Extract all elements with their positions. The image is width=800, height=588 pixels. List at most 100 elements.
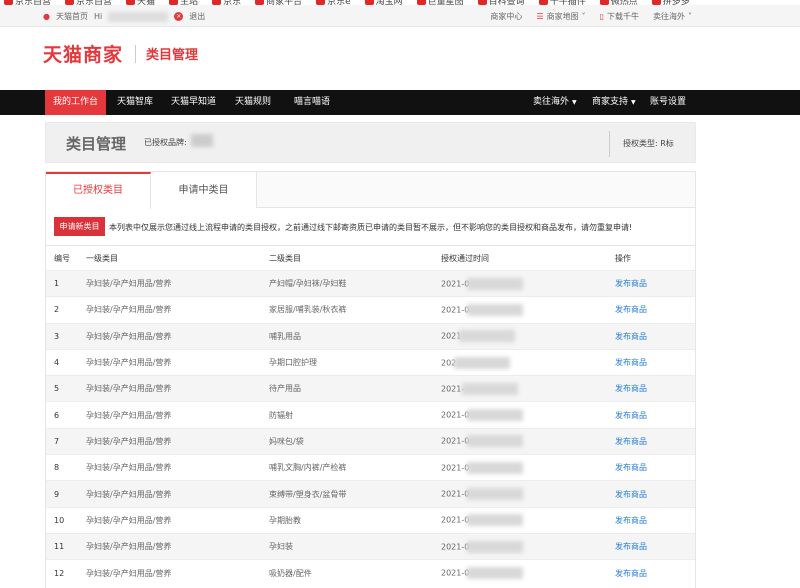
publish-product-link[interactable]: 发布商品 [615,305,647,314]
tmall-home-link[interactable]: 天猫首页 [56,11,88,22]
bookmark-favicon-icon [255,0,265,5]
nav-sell-overseas-label: 卖往海外 [533,97,570,107]
auth-time-blurred [467,303,524,316]
level2-category: 孕期胎教 [269,506,441,534]
tab-pending-categories[interactable]: 申请中类目 [151,172,257,208]
auth-time-partial: 2021-0 [441,279,470,289]
nav-tmall-think-tank[interactable]: 天猫智库 [109,90,161,115]
operation-cell: 发布商品 [615,454,695,481]
publish-product-link[interactable]: 发布商品 [615,332,647,341]
level2-category: 妈咪包/袋 [269,427,441,455]
publish-product-link[interactable]: 发布商品 [615,463,647,472]
bookmark-favicon-icon [4,0,13,5]
auth-time-cell: 2021-0 [441,454,615,481]
operation-cell: 发布商品 [615,348,695,376]
download-qianniu-label: 下载千牛 [607,12,639,21]
brand-name-blurred [191,134,213,147]
publish-product-link[interactable]: 发布商品 [615,279,647,288]
table-row: 7 孕妇装/孕产妇用品/营养 妈咪包/袋 2021-0 发布商品 [46,427,695,455]
publish-product-link[interactable]: 发布商品 [615,358,647,367]
col-header-auth-time: 授权通过时间 [441,245,615,271]
table-row: 4 孕妇装/孕产妇用品/营养 孕期口腔护理 202 发布商品 [46,348,695,376]
divider [135,44,137,63]
bookmark-favicon-icon [169,0,179,5]
auth-time-blurred [467,567,524,580]
col-header-operation: 操作 [615,245,695,271]
publish-product-link[interactable]: 发布商品 [615,384,647,393]
publish-product-link[interactable]: 发布商品 [615,569,647,578]
nav-tmall-rules[interactable]: 天猫规则 [227,90,279,115]
username-blurred [108,11,169,22]
merchant-center-link[interactable]: 商家中心 [490,11,522,22]
auth-time-partial: 2021-0 [441,568,470,578]
merchant-map-label: 商家地图 [546,12,579,21]
level2-category: 孕期口腔护理 [269,348,441,376]
publish-product-link[interactable]: 发布商品 [615,411,647,420]
page-subtitle: 类目管理 [146,48,199,63]
row-number: 2 [46,296,86,324]
auth-type-text: 授权类型: R标 [623,139,674,148]
bookmark-favicon-icon [316,0,326,5]
logout-icon: ✕ [174,12,184,21]
merchant-map-link[interactable]: ☰ 商家地图 ˅ [536,11,585,22]
level2-category: 产妇帽/孕妇袜/孕妇鞋 [269,269,441,297]
auth-time-blurred [459,330,516,343]
tmall-merchant-logo[interactable]: 天猫商家 [43,40,123,67]
nav-sell-overseas[interactable]: 卖往海外 ▼ [525,90,585,115]
divider [609,131,610,157]
level1-category: 孕妇装/孕产妇用品/营养 [86,401,269,429]
row-number: 4 [46,348,86,376]
nav-my-workbench[interactable]: 我的工作台 [45,90,107,115]
bookmark-favicon-icon [477,0,487,5]
auth-time-blurred [467,514,524,527]
operation-cell: 发布商品 [615,559,695,587]
level2-category: 家居服/哺乳装/秋衣裤 [269,296,441,324]
category-title-panel: 类目管理 已授权品牌: 授权类型: R标 [45,122,696,163]
auth-time-blurred [467,488,524,501]
table-row: 9 孕妇装/孕产妇用品/营养 束缚带/塑身衣/盆骨带 2021-0 发布商品 [46,480,695,508]
auth-time-blurred [467,461,524,474]
nav-tmall-early-news[interactable]: 天猫早知道 [163,90,224,115]
row-number: 11 [46,532,86,560]
merchant-center-label: 商家中心 [490,12,523,21]
main-nav: 我的工作台 天猫智库 天猫早知道 天猫规则 喵言喵语 卖往海外 ▼ 商家支持 ▼ 账… [0,90,800,115]
table-row: 3 孕妇装/孕产妇用品/营养 哺乳用品 2021 发布商品 [46,322,695,350]
publish-product-link[interactable]: 发布商品 [615,542,647,551]
page-title: 类目管理 [66,135,127,153]
sell-overseas-top-link[interactable]: 卖往海外 ˅ [653,11,692,22]
level1-category: 孕妇装/孕产妇用品/营养 [86,427,269,455]
table-header-row: 编号 一级类目 二级类目 授权通过时间 操作 [46,245,695,271]
auth-time-partial: 2021-0 [441,410,470,420]
tab-authorized-categories[interactable]: 已授权类目 [46,172,151,209]
row-number: 3 [46,322,86,350]
row-number: 5 [46,375,86,402]
table-row: 11 孕妇装/孕产妇用品/营养 孕妇装 2021-0 发布商品 [46,532,695,560]
logout-link[interactable]: 退出 [189,11,205,22]
level1-category: 孕妇装/孕产妇用品/营养 [86,480,269,508]
col-header-level2: 二级类目 [269,245,441,271]
bookmark-favicon-icon [538,0,548,5]
nav-merchant-support[interactable]: 商家支持 ▼ [584,90,644,115]
chevron-down-icon: ˅ [581,12,586,21]
publish-product-link[interactable]: 发布商品 [615,437,647,446]
publish-product-link[interactable]: 发布商品 [615,490,647,499]
nav-account-settings[interactable]: 账号设置 [642,90,694,115]
level1-category: 孕妇装/孕产妇用品/营养 [86,506,269,534]
auth-time-blurred [462,382,519,395]
auth-time-partial: 2021-0 [441,436,470,446]
auth-time-partial: 2021-0 [441,305,470,315]
operation-cell: 发布商品 [615,506,695,534]
auth-time-partial: 2021-0 [441,542,470,552]
table-row: 8 孕妇装/孕产妇用品/营养 哺乳文胸/内裤/产检裤 2021-0 发布商品 [46,454,695,481]
row-number: 6 [46,401,86,429]
download-qianniu-link[interactable]: ▯ 下载千牛 [600,11,639,22]
bookmark-favicon-icon [65,0,75,5]
category-tabs: 已授权类目 申请中类目 [46,172,695,209]
auth-time-cell: 2021-0 [441,269,615,297]
level1-category: 孕妇装/孕产妇用品/营养 [86,375,269,402]
apply-new-category-button[interactable]: 申请新类目 [54,217,105,236]
operation-cell: 发布商品 [615,480,695,508]
sell-overseas-top-label: 卖往海外 [653,12,685,21]
publish-product-link[interactable]: 发布商品 [615,516,647,525]
nav-miao-talk[interactable]: 喵言喵语 [286,90,338,115]
